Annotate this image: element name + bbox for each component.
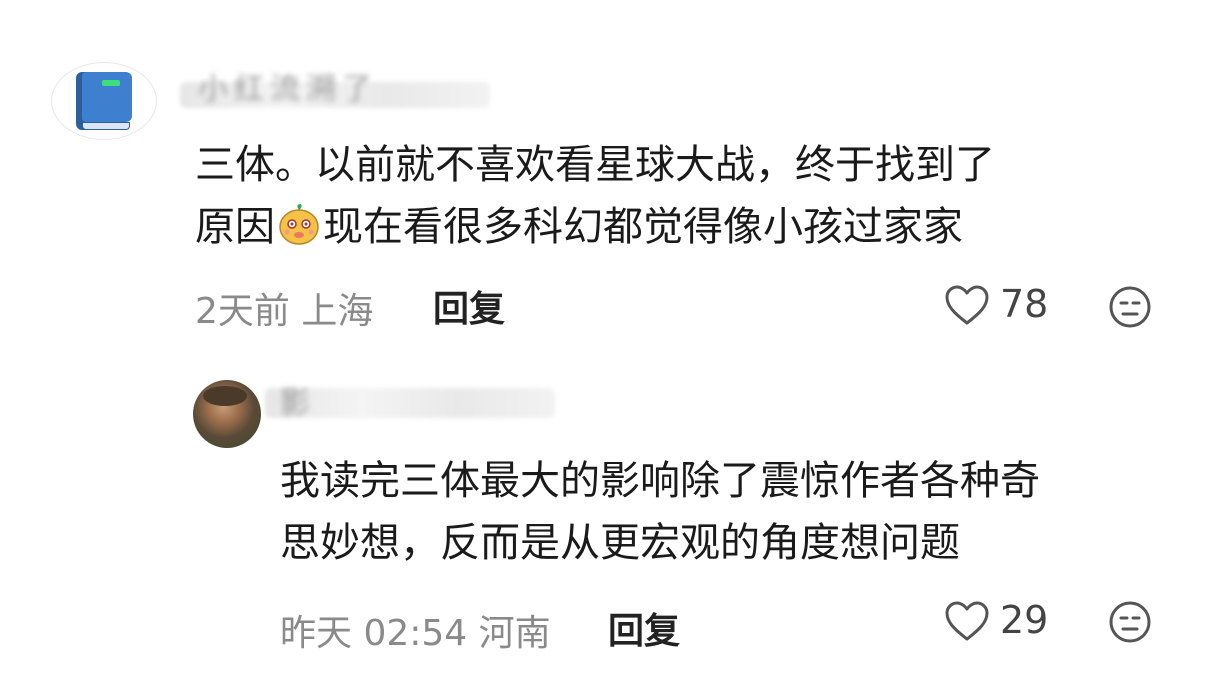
comment-1-line-2: 原因 现在看很多科幻都觉得像小孩过家家 — [195, 204, 963, 250]
comment-1-meta: 2天前 上海 — [195, 291, 374, 332]
heart-icon[interactable] — [944, 284, 990, 326]
comment-2-username[interactable]: 影 — [280, 378, 316, 422]
dislike-face-icon[interactable] — [1108, 285, 1152, 329]
comment-1-username[interactable]: 小红流溯了 — [198, 64, 378, 108]
comment-1-line-1: 三体。以前就不喜欢看星球大战，终于找到了 — [195, 142, 995, 188]
dislike-face-icon[interactable] — [1108, 600, 1152, 644]
comment-2-line-2: 思妙想，反而是从更宏观的角度想问题 — [280, 520, 960, 566]
heart-icon[interactable] — [944, 600, 990, 642]
book-icon — [76, 72, 132, 130]
avatar-comment-1[interactable] — [51, 62, 157, 140]
comment-1-like-count: 78 — [1000, 282, 1049, 326]
avatar-comment-2[interactable] — [193, 380, 261, 448]
comment-2-like-count: 29 — [1000, 598, 1049, 642]
comment-2-meta: 昨天 02:54 河南 — [280, 613, 551, 654]
emoji-sticker-icon — [279, 204, 319, 245]
comment-2-reply-button[interactable]: 回复 — [608, 602, 680, 654]
comment-1-text: 三体。以前就不喜欢看星球大战，终于找到了 原因 现在看很多科幻都觉得像小孩过家家 — [195, 134, 1175, 258]
comment-2-line-1: 我读完三体最大的影响除了震惊作者各种奇 — [280, 458, 1040, 504]
comment-1-reply-button[interactable]: 回复 — [433, 280, 505, 332]
comment-2-text: 我读完三体最大的影响除了震惊作者各种奇 思妙想，反而是从更宏观的角度想问题 — [280, 450, 1180, 574]
